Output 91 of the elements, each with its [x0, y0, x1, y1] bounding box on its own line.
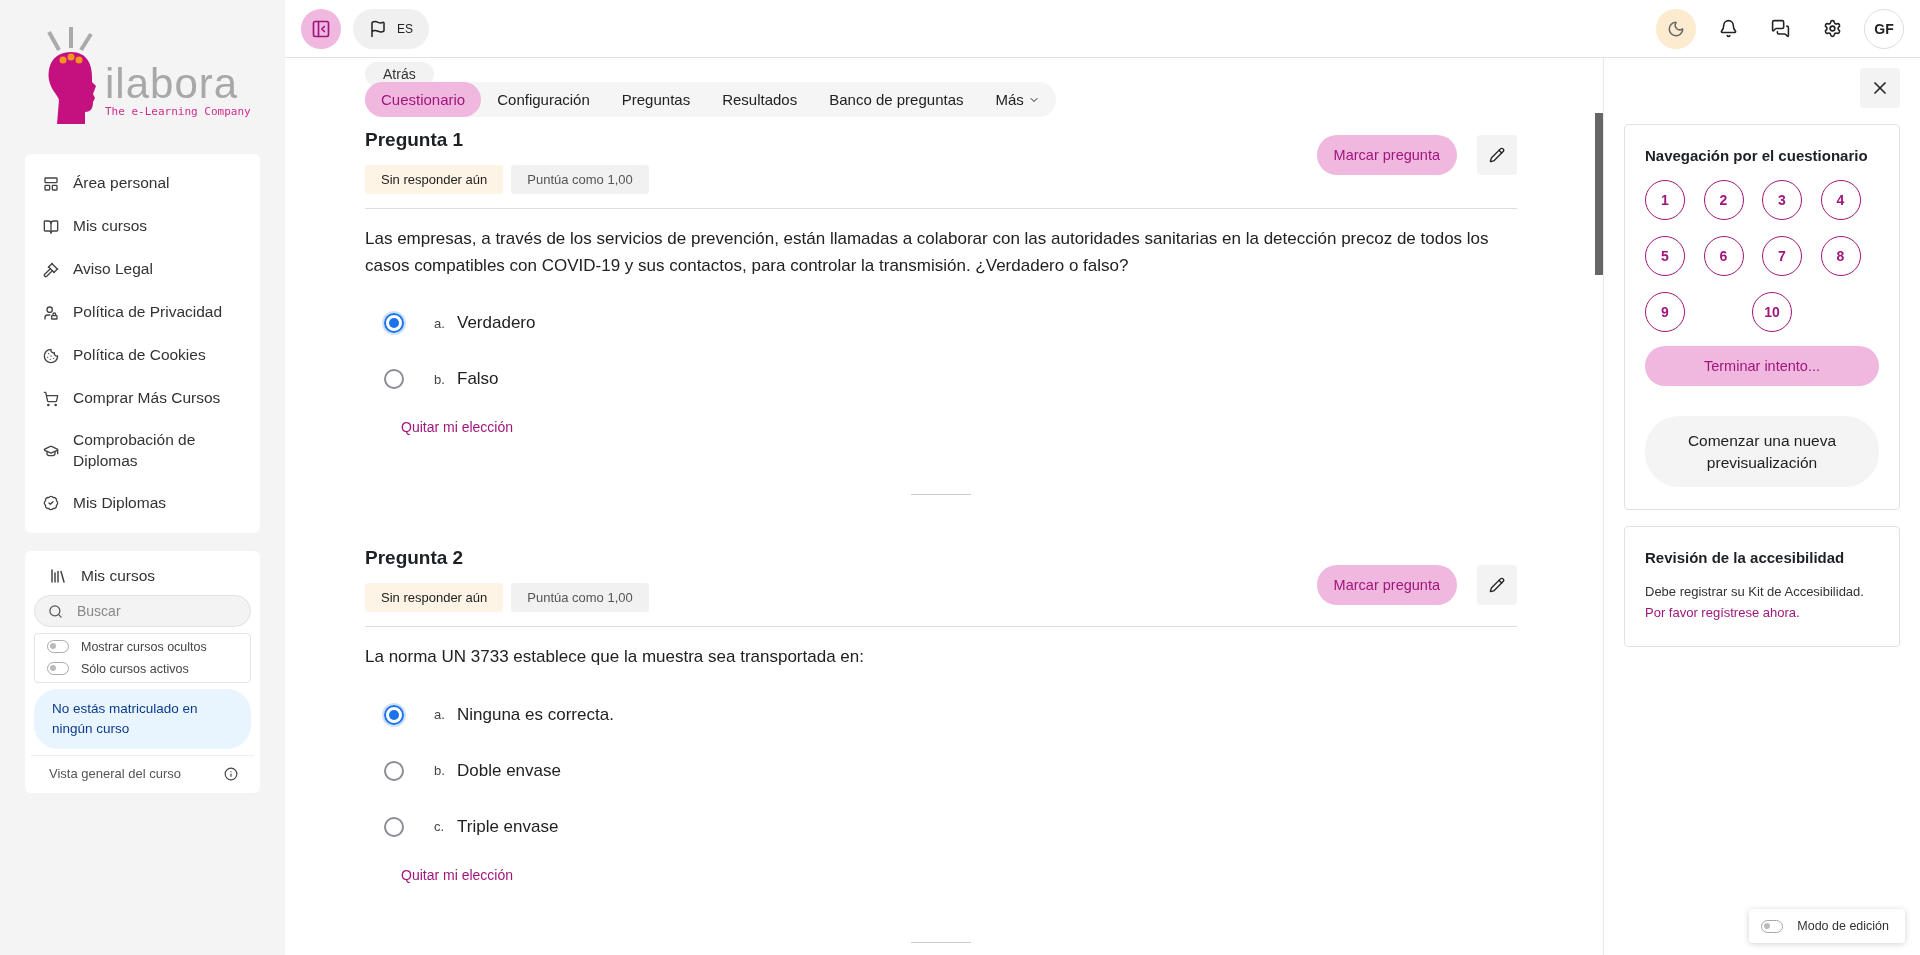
- nav-item[interactable]: Comprar Más Cursos: [25, 377, 260, 420]
- accessibility-text: Debe registrar su Kit de Accesibilidad.: [1645, 583, 1865, 602]
- option-letter: c.: [434, 819, 446, 835]
- question-number-button[interactable]: 5: [1645, 236, 1685, 276]
- question-text: Las empresas, a través de los servicios de prevención, están llamadas a colaborar con las autoridades sanitarias en la detección precoz de todos los casos compatibles con COVID-19 y sus contactos, para controlar la transmisión. ¿Verdadero o falso?: [365, 228, 1490, 278]
- tab[interactable]: Banco de preguntas: [813, 82, 980, 117]
- logo-tagline: The e-Learning Company: [105, 105, 251, 118]
- flag-question-button[interactable]: Marcar pregunta: [1316, 135, 1457, 175]
- dark-mode-button[interactable]: [1656, 8, 1696, 49]
- nav-item[interactable]: Política de Privacidad: [25, 291, 260, 334]
- option-letter: a.: [434, 707, 446, 723]
- option-text: Falso: [457, 369, 499, 390]
- question-number-button[interactable]: 1: [1645, 180, 1685, 220]
- status-badge: Sin responder aún: [365, 165, 504, 194]
- block-title: Mis cursos: [81, 566, 156, 585]
- toggle-label: Sólo cursos activos: [81, 661, 189, 676]
- scrollbar[interactable]: [1595, 113, 1603, 275]
- edit-button[interactable]: [1477, 565, 1517, 606]
- badge-icon: [43, 495, 59, 512]
- question-number-button[interactable]: 7: [1762, 236, 1802, 276]
- question-number-button[interactable]: 2: [1703, 180, 1744, 220]
- user-lock-icon: [43, 304, 59, 321]
- overview-link[interactable]: Vista general del curso: [49, 766, 181, 782]
- question-text: La norma UN 3733 establece que la muestra sea transportada en:: [365, 646, 865, 669]
- search-icon: [48, 603, 63, 619]
- language-button[interactable]: ES: [353, 8, 429, 49]
- radio-button[interactable]: [384, 369, 404, 390]
- close-button[interactable]: [1860, 68, 1900, 108]
- new-preview-button[interactable]: Comenzar una nueva previsualización: [1645, 416, 1879, 488]
- layout-icon: [43, 175, 59, 192]
- nav-item[interactable]: Mis cursos: [25, 205, 260, 248]
- option-letter: a.: [434, 315, 446, 331]
- option-text: Triple envase: [457, 816, 559, 837]
- logo-name: ilabora: [105, 63, 240, 105]
- notice: No estás matriculado en ningún curso: [34, 688, 251, 750]
- radio-button[interactable]: [384, 760, 404, 781]
- question-title: Pregunta 1: [365, 129, 465, 151]
- edit-button[interactable]: [1477, 135, 1517, 175]
- question-number-button[interactable]: 3: [1762, 180, 1802, 220]
- option-letter: b.: [434, 763, 446, 779]
- radio-button[interactable]: [384, 816, 404, 837]
- tab[interactable]: Configuración: [481, 82, 606, 117]
- cart-icon: [43, 390, 59, 407]
- option-letter: b.: [434, 371, 446, 387]
- search-field[interactable]: Buscar: [34, 594, 251, 627]
- toggle-label: Modo de edición: [1797, 919, 1889, 933]
- question-number-button[interactable]: 4: [1820, 180, 1861, 220]
- sidebar-toggle-button[interactable]: [301, 8, 341, 49]
- question-number-button[interactable]: 10: [1752, 292, 1792, 332]
- question-number-button[interactable]: 8: [1820, 236, 1861, 276]
- cookie-icon: [43, 347, 59, 364]
- radio-button[interactable]: [384, 313, 404, 334]
- option-text: Verdadero: [457, 313, 536, 334]
- toggle-switch[interactable]: [1761, 919, 1784, 933]
- option-text: Ninguna es correcta.: [457, 704, 614, 725]
- question-title: Pregunta 2: [365, 547, 465, 570]
- book-icon: [43, 218, 59, 235]
- panel-icon: [311, 18, 331, 39]
- finish-attempt-button[interactable]: Terminar intento...: [1645, 346, 1879, 386]
- nav-item[interactable]: Área personal: [25, 162, 260, 205]
- flag-question-button[interactable]: Marcar pregunta: [1316, 565, 1457, 606]
- card-title: Revisión de la accesibilidad: [1645, 549, 1846, 567]
- register-link[interactable]: Por favor regístrese ahora.: [1645, 603, 1879, 624]
- radio-button[interactable]: [384, 704, 404, 725]
- moon-icon: [1667, 19, 1685, 38]
- status-badge: Sin responder aún: [365, 583, 504, 613]
- question-number-button[interactable]: 6: [1703, 236, 1744, 276]
- nav-item[interactable]: Comprobación de Diplomas: [25, 420, 260, 482]
- info-icon[interactable]: [224, 766, 238, 781]
- option-text: Doble envase: [457, 760, 561, 781]
- grade-badge: Puntúa como 1,00: [511, 583, 649, 613]
- tab[interactable]: Más: [979, 82, 1056, 117]
- tab[interactable]: Preguntas: [605, 82, 707, 117]
- gavel-icon: [43, 261, 59, 278]
- clear-choice-link[interactable]: Quitar mi elección: [401, 419, 514, 436]
- question-number-button[interactable]: 9: [1645, 292, 1685, 332]
- clear-choice-link[interactable]: Quitar mi elección: [401, 866, 514, 883]
- nav-item[interactable]: Mis Diplomas: [25, 481, 260, 525]
- tab[interactable]: Cuestionario: [365, 82, 482, 117]
- nav-item[interactable]: Política de Cookies: [25, 334, 260, 377]
- flag-icon: [369, 19, 387, 38]
- tab[interactable]: Resultados: [706, 82, 814, 117]
- card-title: Navegación por el cuestionario: [1645, 147, 1869, 164]
- nav-item[interactable]: Aviso Legal: [25, 248, 260, 291]
- toggle-label: Mostrar cursos ocultos: [81, 639, 207, 654]
- pencil-icon: [1489, 147, 1505, 163]
- grade-badge: Puntúa como 1,00: [511, 165, 649, 194]
- library-icon: [49, 566, 67, 585]
- toggle-switch[interactable]: [47, 640, 69, 654]
- toggle-switch[interactable]: [47, 662, 69, 676]
- pencil-icon: [1489, 577, 1505, 594]
